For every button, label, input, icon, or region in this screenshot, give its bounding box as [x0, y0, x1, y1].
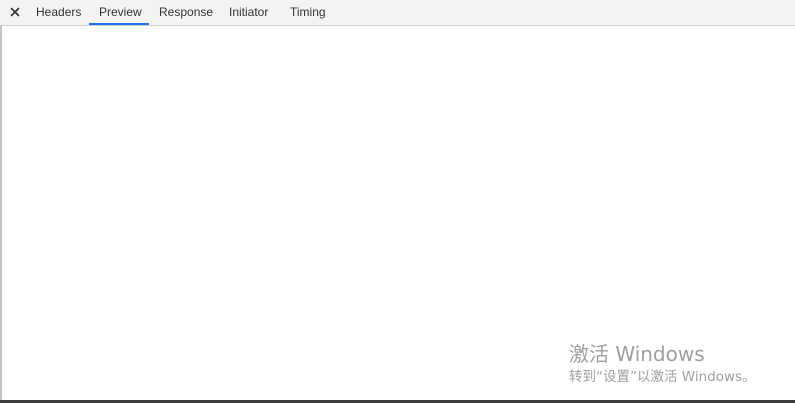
activate-windows-subtitle: 转到“设置”以激活 Windows。 [569, 369, 756, 385]
close-icon [10, 7, 20, 17]
devtools-tab-bar: Headers Preview Response Initiator Timin… [0, 0, 795, 26]
tab-headers[interactable]: Headers [26, 0, 91, 25]
tab-preview[interactable]: Preview [89, 0, 149, 25]
tab-response[interactable]: Response [149, 0, 223, 25]
tab-timing[interactable]: Timing [280, 0, 336, 25]
tab-initiator[interactable]: Initiator [219, 0, 278, 25]
close-button[interactable] [5, 2, 25, 22]
activate-windows-title: 激活 Windows [569, 342, 705, 366]
